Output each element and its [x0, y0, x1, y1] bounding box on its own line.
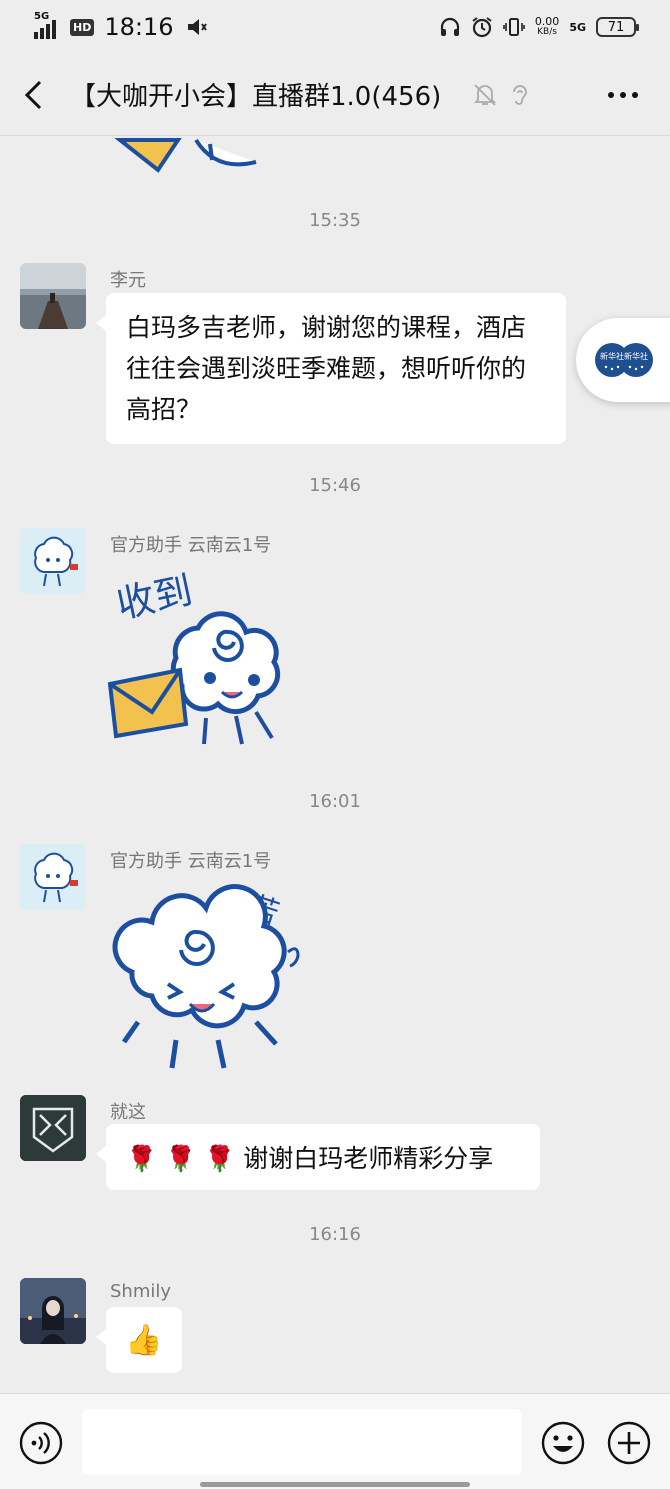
message-bubble[interactable]: 👍 [96, 1307, 182, 1373]
avatar[interactable] [20, 263, 86, 329]
message-input[interactable] [82, 1409, 522, 1475]
sender-name: 官方助手 云南云1号 [110, 535, 272, 556]
plus-icon[interactable] [606, 1420, 652, 1466]
chat-title[interactable]: 【大咖开小会】直播群1.0(456) [70, 76, 441, 113]
input-bar [0, 1393, 670, 1489]
cellular-signal-icon: 5G [34, 11, 62, 39]
chat-header: 【大咖开小会】直播群1.0(456) [0, 54, 670, 136]
vibrate-mute-icon [187, 19, 207, 35]
svg-text:新华社: 新华社 [600, 351, 624, 361]
anime-girl-avatar-image [20, 1278, 86, 1344]
floating-news-widget[interactable]: 新华社 新华社 [576, 318, 670, 402]
svg-text:新华社: 新华社 [624, 351, 648, 361]
avatar[interactable] [20, 844, 86, 910]
avatar[interactable] [20, 528, 86, 594]
network-type-label: 5G [569, 20, 586, 34]
battery-icon: 71 [596, 17, 639, 37]
wings-emblem-avatar-image [20, 1095, 86, 1161]
svg-text:收到: 收到 [113, 568, 197, 627]
timestamp: 15:46 [309, 475, 361, 496]
headphones-icon [440, 17, 459, 36]
message-text: 🌹 🌹 🌹 谢谢白玛老师精彩分享 [126, 1144, 494, 1173]
xinhua-logo-icon: 新华社 新华社 [595, 343, 653, 377]
message-text: 白玛多吉老师，谢谢您的课程，酒店往往会遇到淡旺季难题，想听听你的高招？ [126, 313, 527, 424]
message-bubble[interactable]: 🌹 🌹 🌹 谢谢白玛老师精彩分享 [96, 1124, 540, 1190]
message-bubble[interactable]: 白玛多吉老师，谢谢您的课程，酒店往往会遇到淡旺季难题，想听听你的高招？ [96, 293, 566, 444]
cloud-mascot-avatar-image [20, 844, 86, 910]
sender-name: Shmily [110, 1281, 172, 1302]
timestamp: 15:35 [309, 210, 361, 231]
thumbs-up-emoji: 👍 [125, 1322, 163, 1358]
sender-name: 李元 [110, 270, 146, 291]
hd-voice-icon: HD [70, 18, 95, 36]
cloud-mascot-avatar-image [20, 528, 86, 594]
sticker-thank-you[interactable]: 辛苦 [106, 872, 316, 1072]
voice-input-icon[interactable] [18, 1420, 64, 1466]
timestamp: 16:16 [309, 1224, 361, 1245]
home-indicator[interactable] [200, 1482, 470, 1487]
avatar[interactable] [20, 1095, 86, 1161]
emoji-icon[interactable] [540, 1420, 586, 1466]
sender-name: 就这 [110, 1102, 146, 1123]
back-arrow-icon[interactable] [20, 78, 50, 112]
mute-notifications-icon [473, 84, 497, 106]
status-bar: 5G HD 18:16 0.00 KB/s 5G 71 [0, 0, 670, 54]
more-options-icon[interactable] [606, 82, 640, 108]
timestamp: 16:01 [309, 791, 361, 812]
network-speed: 0.00 KB/s [534, 15, 560, 37]
sticker-partial [114, 138, 257, 173]
status-time: 18:16 [104, 13, 174, 41]
vibrate-icon [503, 18, 525, 36]
earpiece-mode-icon [513, 85, 527, 105]
sticker-received[interactable]: 收到 [106, 566, 306, 752]
alarm-clock-icon [472, 17, 492, 38]
avatar[interactable] [20, 1278, 86, 1344]
sender-name: 官方助手 云南云1号 [110, 851, 272, 872]
lake-pier-avatar-image [20, 263, 86, 329]
